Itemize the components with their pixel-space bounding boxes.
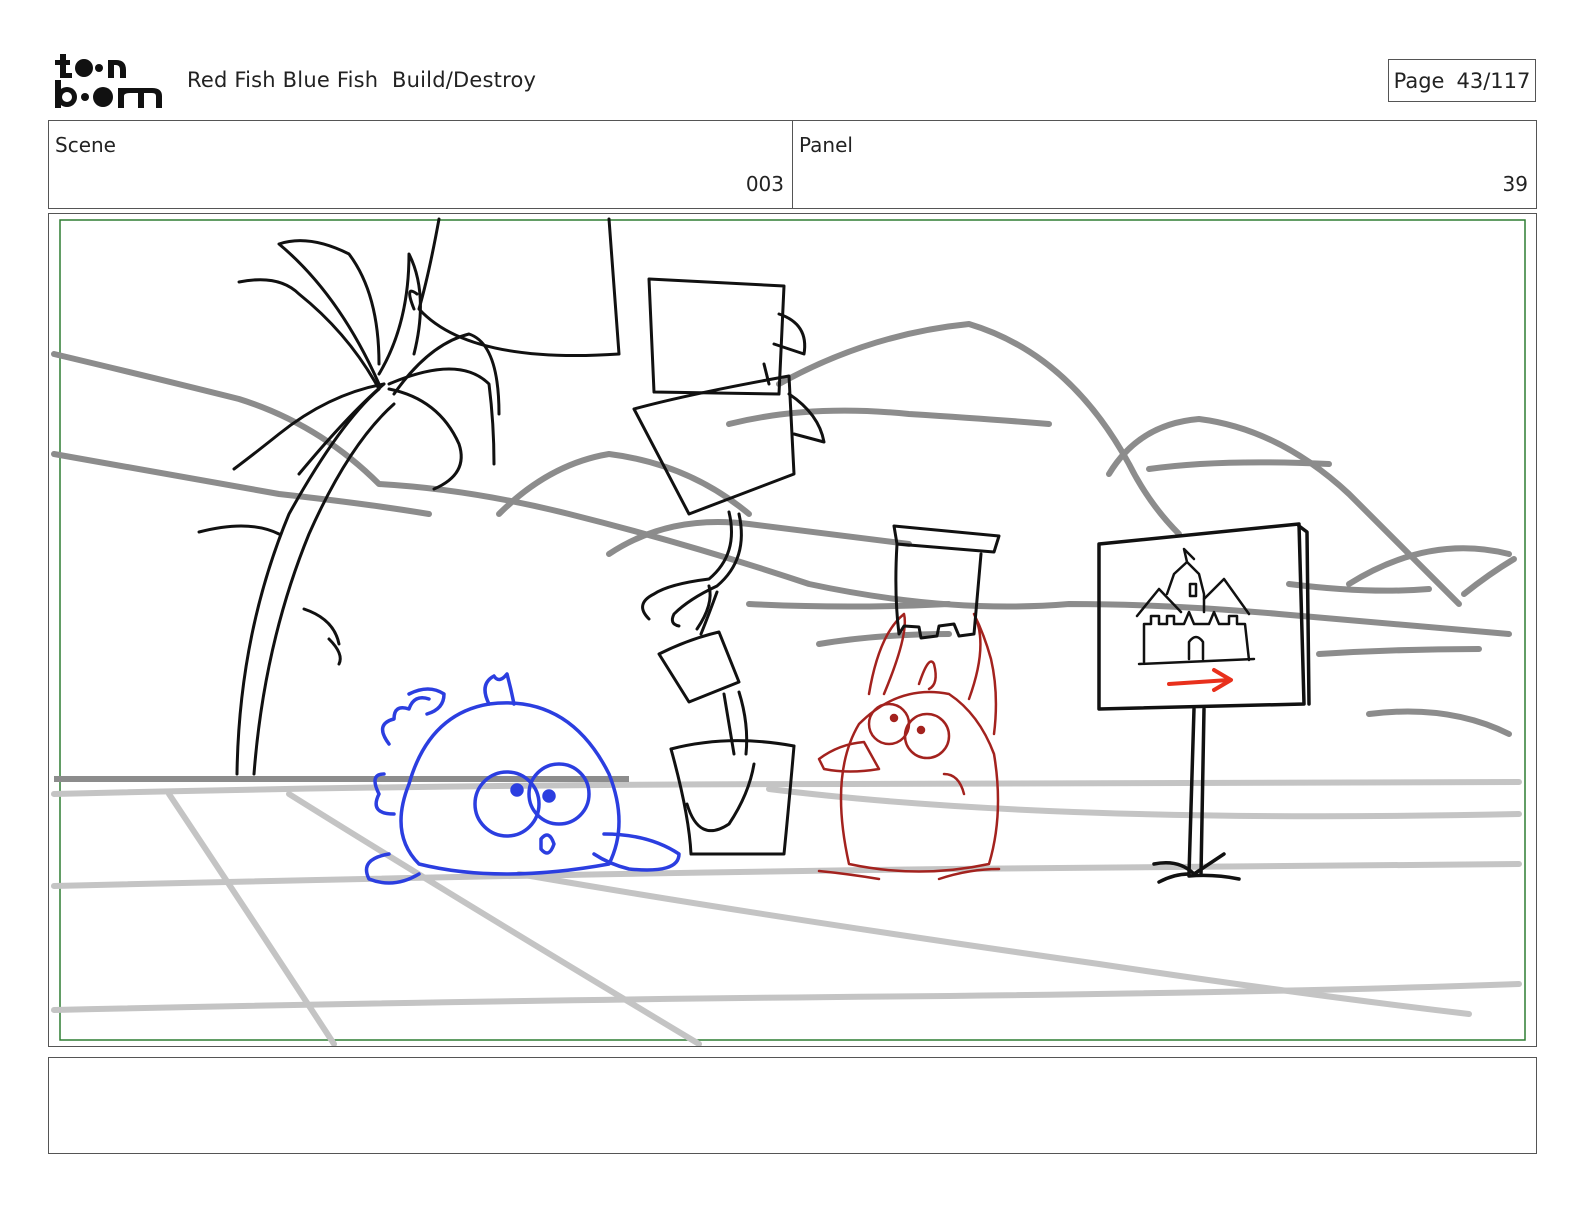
scene-number: 003 <box>745 172 784 196</box>
red-arrow-icon <box>1167 668 1233 692</box>
project-title: Red Fish Blue Fish Build/Destroy <box>187 68 537 92</box>
stacked-buckets <box>632 277 826 516</box>
panel-number: 39 <box>1502 172 1528 196</box>
giant-bucket <box>408 217 621 358</box>
storyboard-sketch <box>51 217 1526 1046</box>
red-fish <box>817 612 1001 881</box>
castle-sign <box>1097 522 1311 884</box>
background-hills <box>51 321 1517 737</box>
storyboard-frame <box>48 213 1537 1047</box>
palm-tree <box>197 239 501 776</box>
scene-cell: Scene 003 <box>49 121 792 208</box>
panel-label: Panel <box>799 133 853 157</box>
page-indicator: Page 43/117 <box>1388 59 1536 102</box>
page-number: 43/117 <box>1456 68 1531 93</box>
scene-label: Scene <box>55 133 116 157</box>
panel-notes <box>48 1057 1537 1154</box>
toon-boom-logo <box>55 54 162 108</box>
panel-cell: Panel 39 <box>792 121 1536 208</box>
sand-bucket <box>669 739 796 856</box>
scene-panel-info: Scene 003 Panel 39 <box>48 120 1537 209</box>
page-label: Page <box>1393 68 1445 93</box>
